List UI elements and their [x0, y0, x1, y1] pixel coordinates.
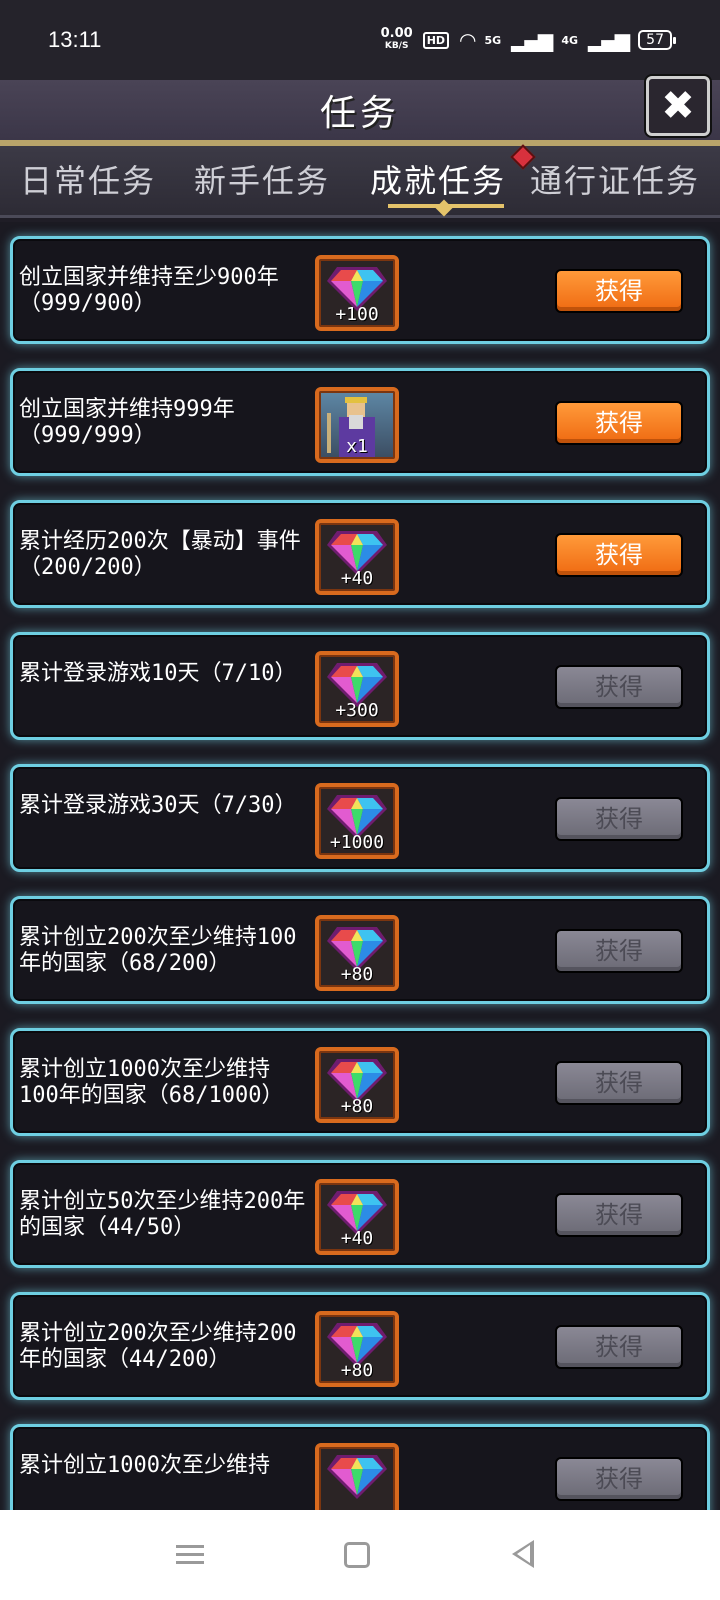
- task-description: 累计创立200次至少维持100年的国家（68/200）: [19, 925, 297, 976]
- reward-box[interactable]: +80: [315, 1311, 399, 1387]
- reward-amount: +1000: [329, 832, 385, 853]
- tab-daily[interactable]: 日常任务: [20, 156, 156, 202]
- home-icon[interactable]: [344, 1542, 370, 1568]
- task-description: 累计创立1000次至少维持: [19, 1453, 270, 1478]
- reward-amount: x1: [346, 436, 368, 457]
- close-button[interactable]: ✖: [646, 76, 710, 136]
- task-description: 累计创立200次至少维持200年的国家（44/200）: [19, 1321, 297, 1372]
- task-card: 累计创立200次至少维持200年的国家（44/200） +80 获得: [10, 1292, 710, 1400]
- network-speed: 0.00 KB/S: [380, 26, 413, 52]
- net-speed-unit: KB/S: [384, 41, 409, 51]
- task-card: 累计创立1000次至少维持 获得: [10, 1424, 710, 1510]
- back-icon[interactable]: [512, 1540, 534, 1568]
- recent-apps-icon[interactable]: [172, 1540, 208, 1570]
- task-card: 累计创立200次至少维持100年的国家（68/200） +80 获得: [10, 896, 710, 1004]
- tab-newbie[interactable]: 新手任务: [194, 156, 330, 202]
- claim-button[interactable]: 获得: [555, 929, 683, 973]
- reward-amount: +100: [335, 304, 379, 325]
- battery-icon: 57: [638, 30, 676, 50]
- claim-button[interactable]: 获得: [555, 1325, 683, 1369]
- task-description: 累计经历200次【暴动】事件（200/200）: [19, 529, 301, 580]
- task-card: 累计登录游戏30天（7/30） +1000 获得: [10, 764, 710, 872]
- reward-box[interactable]: +40: [315, 1179, 399, 1255]
- system-nav-bar: [0, 1510, 720, 1600]
- reward-box[interactable]: x1: [315, 387, 399, 463]
- reward-box[interactable]: [315, 1443, 399, 1510]
- status-time: 13:11: [48, 27, 102, 52]
- task-card: 累计创立50次至少维持200年的国家（44/50） +40 获得: [10, 1160, 710, 1268]
- claim-button[interactable]: 获得: [555, 533, 683, 577]
- claim-button[interactable]: 获得: [555, 665, 683, 709]
- reward-amount: +80: [340, 1096, 374, 1117]
- reward-amount: +40: [340, 1228, 374, 1249]
- reward-box[interactable]: +300: [315, 651, 399, 727]
- claim-button[interactable]: 获得: [555, 1193, 683, 1237]
- reward-box[interactable]: +80: [315, 915, 399, 991]
- claim-button[interactable]: 获得: [555, 797, 683, 841]
- task-card: 累计登录游戏10天（7/10） +300 获得: [10, 632, 710, 740]
- task-description: 创立国家并维持至少900年（999/900）: [19, 265, 279, 316]
- task-list[interactable]: 创立国家并维持至少900年（999/900） +100 获得 创立国家并维持999年…: [0, 222, 720, 1510]
- gem-icon: [327, 1453, 387, 1499]
- claim-button[interactable]: 获得: [555, 401, 683, 445]
- close-icon: ✖: [661, 83, 695, 129]
- reward-amount: +80: [340, 1360, 374, 1381]
- reward-box[interactable]: +40: [315, 519, 399, 595]
- reward-amount: +80: [340, 964, 374, 985]
- task-description: 累计创立50次至少维持200年的国家（44/50）: [19, 1189, 306, 1240]
- tab-pass[interactable]: 通行证任务: [530, 156, 700, 202]
- status-icons: 0.00 KB/S HD ◠ 5G ▂▄▆ 4G ▂▄▆ 57: [380, 26, 676, 52]
- hd-icon: HD: [422, 31, 450, 49]
- tab-bar: 日常任务 新手任务 成就任务 通行证任务: [0, 146, 720, 218]
- reward-amount: +40: [340, 568, 374, 589]
- task-card: 累计经历200次【暴动】事件（200/200） +40 获得: [10, 500, 710, 608]
- signal-bars-2-icon: ▂▄▆: [588, 28, 630, 52]
- signal-5g-label: 5G: [484, 33, 502, 47]
- task-description: 累计创立1000次至少维持100年的国家（68/1000）: [19, 1057, 284, 1108]
- task-card: 创立国家并维持至少900年（999/900） +100 获得: [10, 236, 710, 344]
- signal-bars-icon: ▂▄▆: [511, 28, 553, 52]
- task-description: 累计登录游戏30天（7/30）: [19, 793, 297, 818]
- page-title: 任务: [319, 93, 400, 134]
- active-tab-indicator: [388, 204, 504, 208]
- net-speed-value: 0.00: [380, 26, 413, 41]
- claim-button[interactable]: 获得: [555, 1457, 683, 1501]
- status-bar: 13:11 0.00 KB/S HD ◠ 5G ▂▄▆ 4G ▂▄▆ 57: [0, 0, 720, 80]
- task-description: 创立国家并维持999年（999/999）: [19, 397, 235, 448]
- claim-button[interactable]: 获得: [555, 269, 683, 313]
- reward-box[interactable]: +100: [315, 255, 399, 331]
- reward-box[interactable]: +80: [315, 1047, 399, 1123]
- page-header: 任务 ✖: [0, 76, 720, 140]
- task-description: 累计登录游戏10天（7/10）: [19, 661, 297, 686]
- task-card: 累计创立1000次至少维持100年的国家（68/1000） +80 获得: [10, 1028, 710, 1136]
- reward-box[interactable]: +1000: [315, 783, 399, 859]
- reward-amount: +300: [335, 700, 379, 721]
- task-card: 创立国家并维持999年（999/999） x1 获得: [10, 368, 710, 476]
- tab-achievement[interactable]: 成就任务: [370, 156, 506, 202]
- signal-4g-label: 4G: [561, 33, 579, 47]
- wifi-icon: ◠: [459, 28, 477, 52]
- claim-button[interactable]: 获得: [555, 1061, 683, 1105]
